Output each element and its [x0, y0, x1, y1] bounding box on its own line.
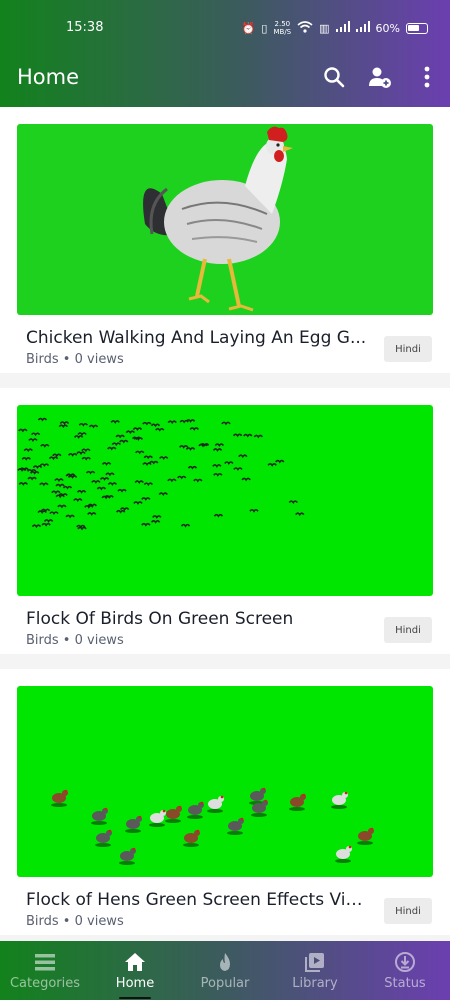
- nav-label: Categories: [9, 976, 81, 991]
- video-thumbnail[interactable]: [17, 405, 433, 596]
- signal-icon-2: [355, 21, 370, 35]
- nav-categories[interactable]: Categories: [0, 941, 90, 1000]
- download-circle-icon: [395, 952, 415, 972]
- vibrate-icon: ▯: [261, 21, 268, 35]
- hens-image: [51, 787, 374, 865]
- status-bar: 15:38 ⏰ ▯ 2.50 MB/S ▥ 60%: [0, 0, 450, 56]
- library-icon: [305, 953, 324, 972]
- video-thumbnail[interactable]: [17, 124, 433, 315]
- video-thumbnail[interactable]: [17, 686, 433, 877]
- video-title[interactable]: Flock of Hens Green Screen Effects Vid..…: [26, 890, 368, 910]
- birds-image: [17, 417, 305, 531]
- video-card[interactable]: Chicken Walking And Laying An Egg G... B…: [0, 107, 450, 373]
- video-title[interactable]: Chicken Walking And Laying An Egg G...: [26, 328, 368, 348]
- nav-label: Popular: [200, 976, 250, 991]
- video-card[interactable]: Flock of Hens Green Screen Effects Vid..…: [0, 669, 450, 935]
- net-speed-value: 2.50: [274, 20, 291, 28]
- list-icon: [35, 954, 55, 971]
- video-card[interactable]: Flock Of Birds On Green Screen Birds • 0…: [0, 388, 450, 654]
- page-title: Home: [17, 65, 80, 89]
- more-options-button[interactable]: [414, 64, 440, 90]
- signal-icon: [335, 21, 350, 35]
- battery-icon: [406, 22, 428, 34]
- volte-icon: ▥: [319, 21, 330, 35]
- video-meta: Birds • 0 views: [26, 914, 124, 929]
- chicken-image: [143, 126, 293, 312]
- nav-popular[interactable]: Popular: [180, 941, 270, 1000]
- search-icon: [324, 67, 345, 88]
- nav-status[interactable]: Status: [360, 941, 450, 1000]
- net-speed-unit: MB/S: [273, 28, 292, 36]
- nav-label: Status: [384, 976, 426, 991]
- nav-home[interactable]: Home: [90, 941, 180, 1000]
- nav-label: Library: [292, 976, 338, 991]
- bottom-navigation: Categories Home Popular Library Status: [0, 941, 450, 1000]
- wifi-icon: [297, 20, 313, 36]
- home-icon: [125, 953, 145, 971]
- language-badge: Hindi: [384, 898, 432, 924]
- net-speed: 2.50 MB/S: [273, 20, 291, 36]
- status-icons: ⏰ ▯ 2.50 MB/S ▥ 60%: [242, 20, 428, 36]
- video-meta: Birds • 0 views: [26, 352, 124, 367]
- language-badge: Hindi: [384, 617, 432, 643]
- flame-icon: [220, 953, 230, 971]
- language-badge: Hindi: [384, 336, 432, 362]
- nav-label: Home: [115, 976, 155, 991]
- person-add-icon: [369, 67, 391, 88]
- more-vert-icon: [424, 66, 430, 88]
- alarm-icon: ⏰: [241, 21, 256, 35]
- nav-library[interactable]: Library: [270, 941, 360, 1000]
- app-bar: Home: [0, 56, 450, 107]
- top-bar: 15:38 ⏰ ▯ 2.50 MB/S ▥ 60% Home: [0, 0, 450, 107]
- account-button[interactable]: [367, 64, 393, 90]
- battery-percent: 60%: [375, 21, 400, 35]
- status-time: 15:38: [66, 20, 104, 35]
- search-button[interactable]: [321, 64, 347, 90]
- video-meta: Birds • 0 views: [26, 633, 124, 648]
- active-indicator: [119, 997, 151, 999]
- video-title[interactable]: Flock Of Birds On Green Screen: [26, 609, 368, 629]
